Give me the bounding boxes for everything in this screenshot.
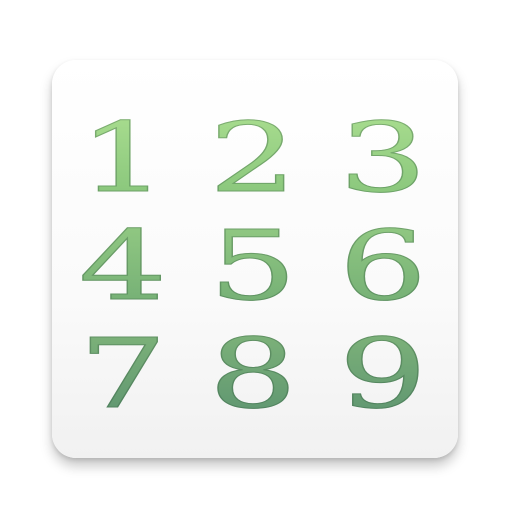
app-icon: 1 2 3 4 5 6 7 8 9: [0, 0, 512, 512]
icon-tile: 1 2 3 4 5 6 7 8 9: [52, 60, 458, 458]
digit-9: 9: [303, 326, 463, 423]
digit-3: 3: [303, 110, 463, 207]
digit-6: 6: [303, 218, 463, 315]
